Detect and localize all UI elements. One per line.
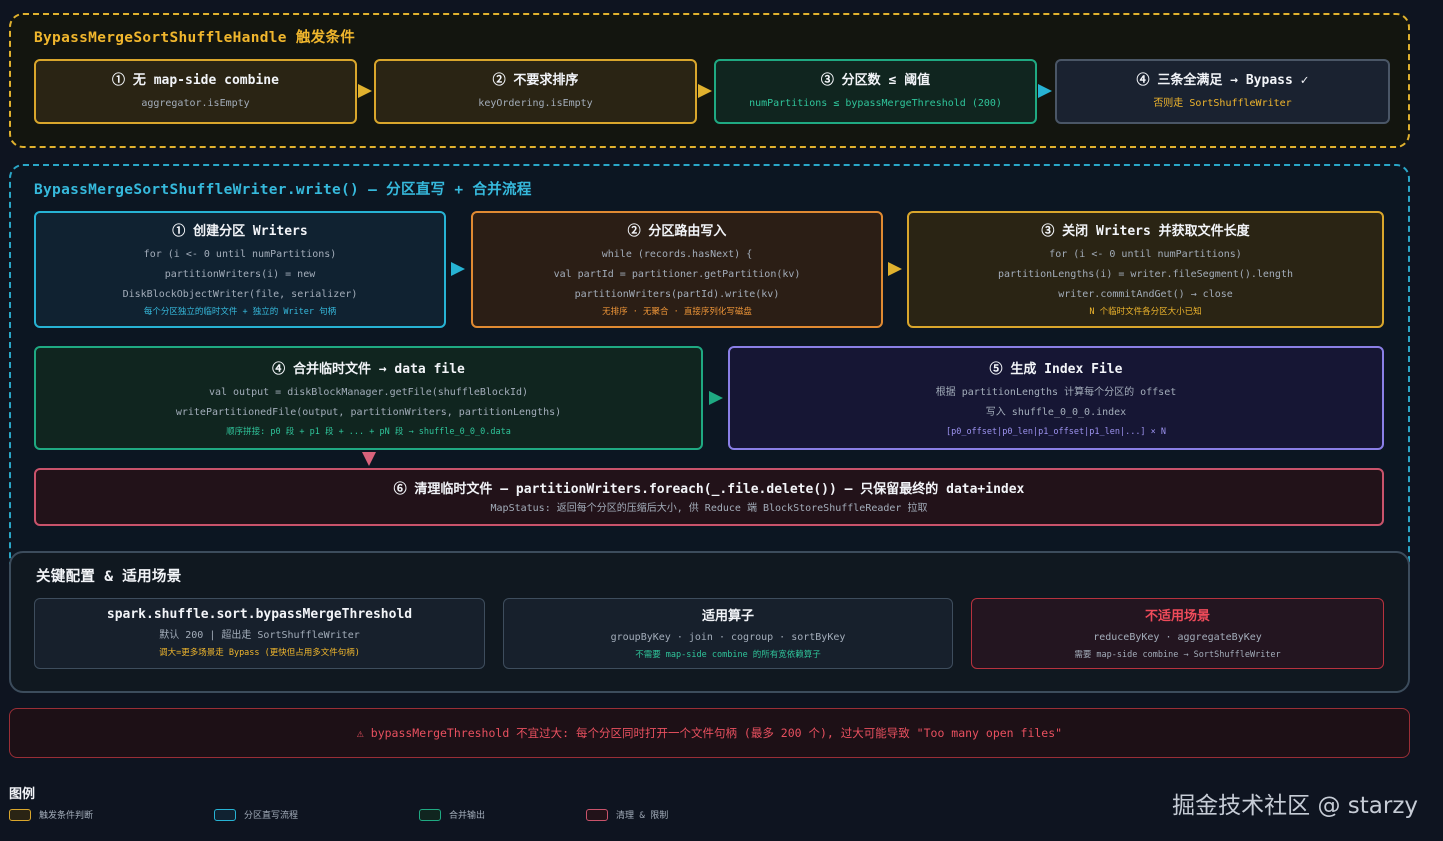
step-title: ④ 合并临时文件 → data file <box>272 361 465 377</box>
trigger-box-no-combine: ① 无 map-side combine aggregator.isEmpty <box>34 59 357 124</box>
step-code-line: writer.commitAndGet() → close <box>1058 289 1233 300</box>
arrow-down-icon <box>362 452 376 466</box>
step-create-writers: ① 创建分区 Writers for (i <- 0 until numPart… <box>34 211 446 328</box>
arrow-right-icon <box>888 262 902 276</box>
legend-label: 触发条件判断 <box>39 811 94 821</box>
step-title: ⑥ 清理临时文件 — partitionWriters.foreach(_.fi… <box>393 482 1025 497</box>
step-code-line: DiskBlockObjectWriter(file, serializer) <box>122 289 358 300</box>
step-code-line: for (i <- 0 until numPartitions) <box>1049 249 1242 260</box>
config-card-note: 调大=更多场景走 Bypass (更快但占用多文件句柄) <box>159 648 360 658</box>
legend-label: 分区直写流程 <box>244 811 299 821</box>
step-generate-index: ⑤ 生成 Index File 根据 partitionLengths 计算每个… <box>728 346 1384 450</box>
legend-item-trigger: 触发条件判断 <box>9 808 93 821</box>
step-close-writers: ③ 关闭 Writers 并获取文件长度 for (i <- 0 until n… <box>907 211 1384 328</box>
config-card-title: 适用算子 <box>701 609 754 624</box>
step-code-line: partitionLengths(i) = writer.fileSegment… <box>997 269 1293 280</box>
arrow-right-icon <box>451 262 465 276</box>
watermark: 掘金技术社区 @ starzy <box>1172 793 1418 819</box>
config-card-sub: groupByKey · join · cogroup · sortByKey <box>610 632 846 643</box>
config-group-title: 关键配置 & 适用场景 <box>36 569 182 585</box>
config-card-operators: 适用算子 groupByKey · join · cogroup · sortB… <box>503 598 953 669</box>
trigger-box-partition-threshold: ③ 分区数 ≤ 阈值 numPartitions ≤ bypassMergeTh… <box>714 59 1037 124</box>
trigger-group-title: BypassMergeSortShuffleHandle 触发条件 <box>34 30 356 46</box>
step-note: [p0_offset|p0_len|p1_offset|p1_len|...] … <box>945 426 1167 437</box>
config-card-sub: reduceByKey · aggregateByKey <box>1093 632 1262 643</box>
step-merge-data-file: ④ 合并临时文件 → data file val output = diskBl… <box>34 346 703 450</box>
legend-swatch <box>586 808 608 821</box>
step-title: ① 创建分区 Writers <box>172 224 308 239</box>
config-card-note: 不需要 map-side combine 的所有宽依赖算子 <box>635 650 821 660</box>
step-code-line: writePartitionedFile(output, partitionWr… <box>175 406 562 418</box>
step-code-line: while (records.hasNext) { <box>601 249 753 260</box>
step-code-line: val output = diskBlockManager.getFile(sh… <box>208 386 529 398</box>
warning-text: ⚠ bypassMergeThreshold 不宜过大: 每个分区同时打开一个文… <box>356 726 1063 740</box>
arrow-right-icon <box>698 84 712 98</box>
config-card-sub: 默认 200 | 超出走 SortShuffleWriter <box>159 630 360 641</box>
config-card-threshold: spark.shuffle.sort.bypassMergeThreshold … <box>34 598 485 669</box>
step-note: 每个分区独立的临时文件 + 独立的 Writer 句柄 <box>143 307 337 317</box>
trigger-box-sub: aggregator.isEmpty <box>141 98 250 109</box>
trigger-box-title: ③ 分区数 ≤ 阈值 <box>820 73 931 88</box>
step-title: ⑤ 生成 Index File <box>989 361 1123 377</box>
step-cleanup: ⑥ 清理临时文件 — partitionWriters.foreach(_.fi… <box>34 468 1384 526</box>
step-sub: MapStatus: 返回每个分区的压缩后大小, 供 Reduce 端 Bloc… <box>490 503 928 514</box>
step-note: 无排序 · 无聚合 · 直接序列化写磁盘 <box>602 307 752 317</box>
trigger-box-title: ④ 三条全满足 → Bypass ✓ <box>1136 73 1309 88</box>
step-code-line: partitionWriters(i) = new <box>164 269 316 280</box>
arrow-right-icon <box>709 391 723 405</box>
step-note: 顺序拼接: p0 段 + p1 段 + ... + pN 段 → shuffle… <box>226 426 511 437</box>
step-title: ③ 关闭 Writers 并获取文件长度 <box>1041 224 1250 239</box>
warning-banner: ⚠ bypassMergeThreshold 不宜过大: 每个分区同时打开一个文… <box>9 708 1410 758</box>
trigger-box-sub: numPartitions ≤ bypassMergeThreshold (20… <box>749 98 1002 109</box>
legend-label: 清理 & 限制 <box>616 811 669 821</box>
arrow-right-icon <box>1038 84 1052 98</box>
legend-item-cleanup: 清理 & 限制 <box>586 808 668 821</box>
step-code-line: 根据 partitionLengths 计算每个分区的 offset <box>935 386 1177 398</box>
legend-swatch <box>9 808 31 821</box>
config-card-note: 需要 map-side combine → SortShuffleWriter <box>1074 650 1281 660</box>
arrow-right-icon <box>358 84 372 98</box>
trigger-box-title: ② 不要求排序 <box>492 73 579 88</box>
config-card-title: 不适用场景 <box>1144 609 1210 624</box>
legend-title: 图例 <box>9 787 36 802</box>
legend-item-flow: 分区直写流程 <box>214 808 298 821</box>
step-code-line: partitionWriters(partId).write(kv) <box>574 289 780 300</box>
flow-group-title: BypassMergeSortShuffleWriter.write() — 分… <box>34 182 532 198</box>
trigger-box-sub: 否则走 SortShuffleWriter <box>1153 98 1292 109</box>
config-card-not-applicable: 不适用场景 reduceByKey · aggregateByKey 需要 ma… <box>971 598 1384 669</box>
step-code-line: 写入 shuffle_0_0_0.index <box>985 406 1127 418</box>
step-title: ② 分区路由写入 <box>627 224 727 239</box>
step-code-line: val partId = partitioner.getPartition(kv… <box>553 269 801 280</box>
step-note: N 个临时文件各分区大小已知 <box>1089 307 1202 317</box>
legend-label: 合并输出 <box>449 811 486 821</box>
config-card-title: spark.shuffle.sort.bypassMergeThreshold <box>106 607 413 622</box>
trigger-box-no-sort: ② 不要求排序 keyOrdering.isEmpty <box>374 59 697 124</box>
legend-swatch <box>214 808 236 821</box>
legend-item-merge: 合并输出 <box>419 808 485 821</box>
trigger-box-all-satisfied: ④ 三条全满足 → Bypass ✓ 否则走 SortShuffleWriter <box>1055 59 1390 124</box>
legend-swatch <box>419 808 441 821</box>
trigger-box-sub: keyOrdering.isEmpty <box>478 98 593 109</box>
trigger-box-title: ① 无 map-side combine <box>112 73 279 88</box>
step-code-line: for (i <- 0 until numPartitions) <box>143 249 337 260</box>
step-route-write: ② 分区路由写入 while (records.hasNext) { val p… <box>471 211 883 328</box>
